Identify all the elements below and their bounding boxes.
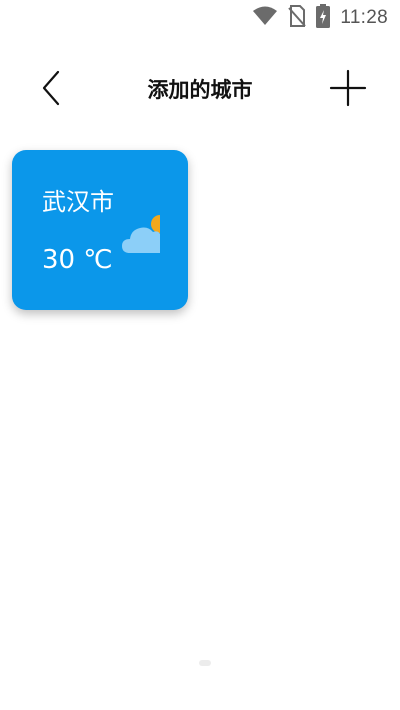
city-name: 武汉市 <box>42 188 114 216</box>
add-city-button[interactable] <box>328 68 368 108</box>
status-bar: 11:28 <box>0 0 400 36</box>
city-card[interactable]: 武汉市 30 ℃ <box>12 150 188 310</box>
home-indicator <box>199 660 211 666</box>
top-app-bar: 添加的城市 <box>0 60 400 116</box>
status-icons: 11:28 <box>252 4 388 32</box>
city-temperature: 30 ℃ <box>42 245 113 275</box>
battery-charging-icon <box>316 4 331 32</box>
wifi-icon <box>252 6 278 30</box>
partly-cloudy-icon <box>120 208 169 258</box>
no-sim-icon <box>288 5 307 31</box>
plus-icon <box>329 69 367 107</box>
status-time: 11:28 <box>340 7 388 28</box>
